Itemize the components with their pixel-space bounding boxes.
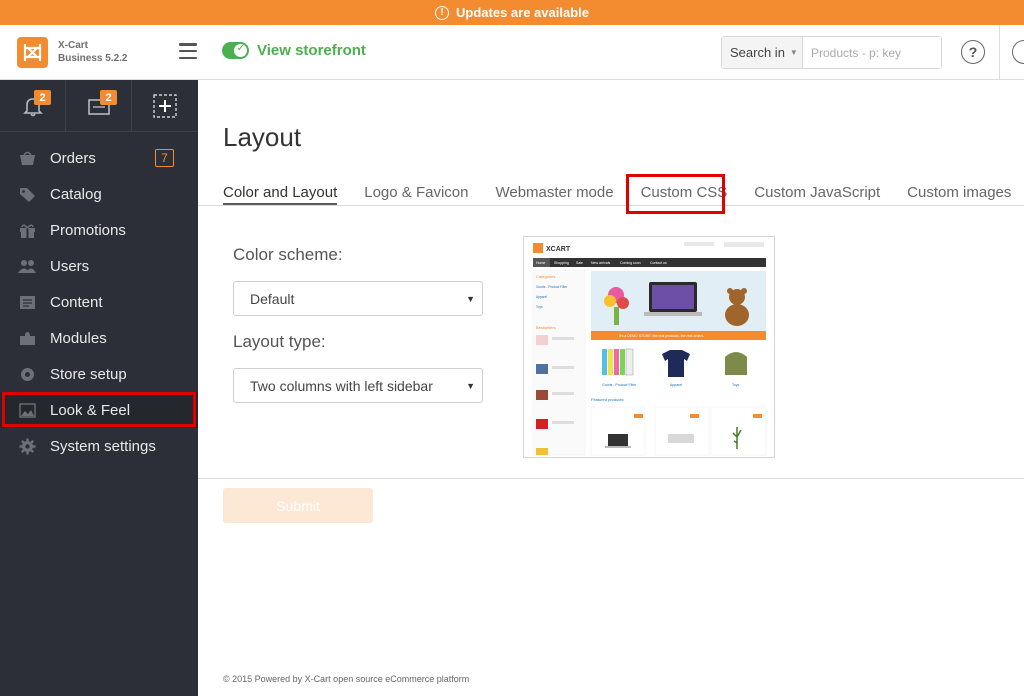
brand-name: X-Cart: [58, 40, 89, 51]
help-icon[interactable]: ?: [961, 40, 985, 64]
preview-logo-text: XCART: [546, 246, 571, 253]
tab-webmaster-mode[interactable]: Webmaster mode: [495, 184, 613, 206]
preview-product-label-1: Apparel: [670, 383, 682, 387]
sidebar-item-catalog[interactable]: Catalog: [0, 176, 198, 212]
sidebar-item-label: Modules: [50, 329, 107, 347]
quick-actions: 2 2: [0, 80, 198, 132]
sidebar-item-promotions[interactable]: Promotions: [0, 212, 198, 248]
sidebar-item-label: System settings: [50, 437, 156, 455]
preview-nav-1: Shopping: [554, 261, 569, 265]
notifications-badge: 2: [34, 90, 51, 105]
submit-button[interactable]: Submit: [223, 488, 373, 523]
preview-nav-4: Coming soon: [620, 261, 641, 265]
preview-featured-title: Featured products: [591, 397, 623, 402]
page-title: Layout: [223, 122, 302, 152]
color-scheme-label: Color scheme:: [233, 245, 343, 264]
highlight-custom-css: [626, 174, 725, 214]
tab-color-and-layout[interactable]: Color and Layout: [223, 184, 338, 206]
user-avatar-icon[interactable]: [1012, 40, 1024, 64]
preview-nav-2: Sale: [576, 261, 583, 265]
orders-icon: [18, 150, 36, 166]
orders-count-badge: 7: [155, 149, 174, 167]
sidebar-item-system-settings[interactable]: System settings: [0, 428, 198, 464]
sidebar: 2 2 Orders 7 Catalog Promotions Users Co…: [0, 80, 198, 696]
sidebar-item-store-setup[interactable]: Store setup: [0, 356, 198, 392]
preview-banner-text: It's a DEMO STORE: the real products, th…: [619, 334, 704, 338]
notifications-button[interactable]: 2: [0, 80, 66, 132]
content-icon: [18, 294, 36, 310]
form-divider: [198, 478, 1024, 479]
sidebar-item-label: Catalog: [50, 185, 102, 203]
search-in-label: Search in: [730, 45, 785, 60]
sidebar-item-label: Promotions: [50, 221, 126, 239]
tab-custom-javascript[interactable]: Custom JavaScript: [754, 184, 880, 206]
tab-logo-favicon[interactable]: Logo & Favicon: [364, 184, 468, 206]
messages-button[interactable]: 2: [66, 80, 132, 132]
layout-preview: XCART Home Shopping Sale New arrivals Co…: [523, 236, 775, 458]
footer-text: © 2015 Powered by X-Cart open source eCo…: [223, 674, 470, 684]
sidebar-item-label: Orders: [50, 149, 96, 167]
preview-category-0: Goods - Product Filter: [536, 285, 568, 289]
tabs-divider: [198, 205, 1024, 206]
brand-version: Business 5.2.2: [58, 53, 128, 64]
messages-badge: 2: [100, 90, 117, 105]
sidebar-item-label: Users: [50, 257, 90, 275]
tabs: Color and Layout Logo & Favicon Webmaste…: [223, 184, 1024, 206]
dropdown-arrow-icon: ▼: [466, 381, 475, 391]
layout-type-value: Two columns with left sidebar: [250, 377, 433, 394]
xcart-logo[interactable]: [17, 37, 48, 68]
sidebar-item-users[interactable]: Users: [0, 248, 198, 284]
sidebar-item-content[interactable]: Content: [0, 284, 198, 320]
header-divider: [999, 25, 1000, 80]
view-storefront-link[interactable]: View storefront: [257, 42, 366, 59]
color-scheme-select[interactable]: Default ▼: [233, 281, 483, 316]
sidebar-item-label: Content: [50, 293, 103, 311]
preview-category-2: Toys: [536, 305, 543, 309]
preview-category-1: Apparel: [536, 295, 547, 299]
dropdown-arrow-icon: ▼: [466, 294, 475, 304]
users-icon: [18, 258, 36, 274]
search-input[interactable]: [803, 37, 941, 68]
preview-product-label-0: Goods - Product Filter: [602, 383, 637, 387]
updates-banner-text[interactable]: Updates are available: [456, 5, 589, 20]
layout-type-select[interactable]: Two columns with left sidebar ▼: [233, 368, 483, 403]
gear-icon: [18, 438, 36, 454]
preview-nav-0: Home: [536, 261, 545, 265]
add-icon: [153, 94, 177, 118]
preview-nav-5: Contact us: [650, 261, 667, 265]
brand: X-Cart Business 5.2.2: [58, 39, 127, 65]
menu-icon[interactable]: [179, 43, 197, 59]
toggle-switch[interactable]: ✓: [222, 42, 249, 59]
sidebar-item-label: Store setup: [50, 365, 127, 383]
preview-product-label-2: Toys: [732, 383, 739, 387]
search-in-dropdown[interactable]: Search in ▼: [722, 37, 803, 68]
gift-icon: [18, 222, 36, 238]
preview-nav-3: New arrivals: [591, 261, 611, 265]
puzzle-icon: [18, 330, 36, 346]
tab-custom-images[interactable]: Custom images: [907, 184, 1011, 206]
view-storefront-toggle[interactable]: ✓ View storefront: [222, 42, 366, 59]
highlight-look-and-feel: [2, 392, 196, 427]
sidebar-item-modules[interactable]: Modules: [0, 320, 198, 356]
search-box: Search in ▼: [721, 36, 942, 69]
add-button[interactable]: [132, 80, 198, 132]
color-scheme-value: Default: [250, 290, 295, 307]
store-icon: [18, 366, 36, 382]
preview-categories-title: Categories: [536, 274, 555, 279]
sidebar-item-orders[interactable]: Orders 7: [0, 140, 198, 176]
updates-banner[interactable]: ! Updates are available: [0, 0, 1024, 25]
preview-bestsellers-title: Bestsellers: [536, 325, 556, 330]
layout-type-label: Layout type:: [233, 332, 326, 351]
header: X-Cart Business 5.2.2 ✓ View storefront …: [0, 25, 1024, 80]
caret-down-icon: ▼: [789, 48, 798, 57]
info-icon: !: [435, 5, 450, 20]
tag-icon: [18, 186, 36, 202]
